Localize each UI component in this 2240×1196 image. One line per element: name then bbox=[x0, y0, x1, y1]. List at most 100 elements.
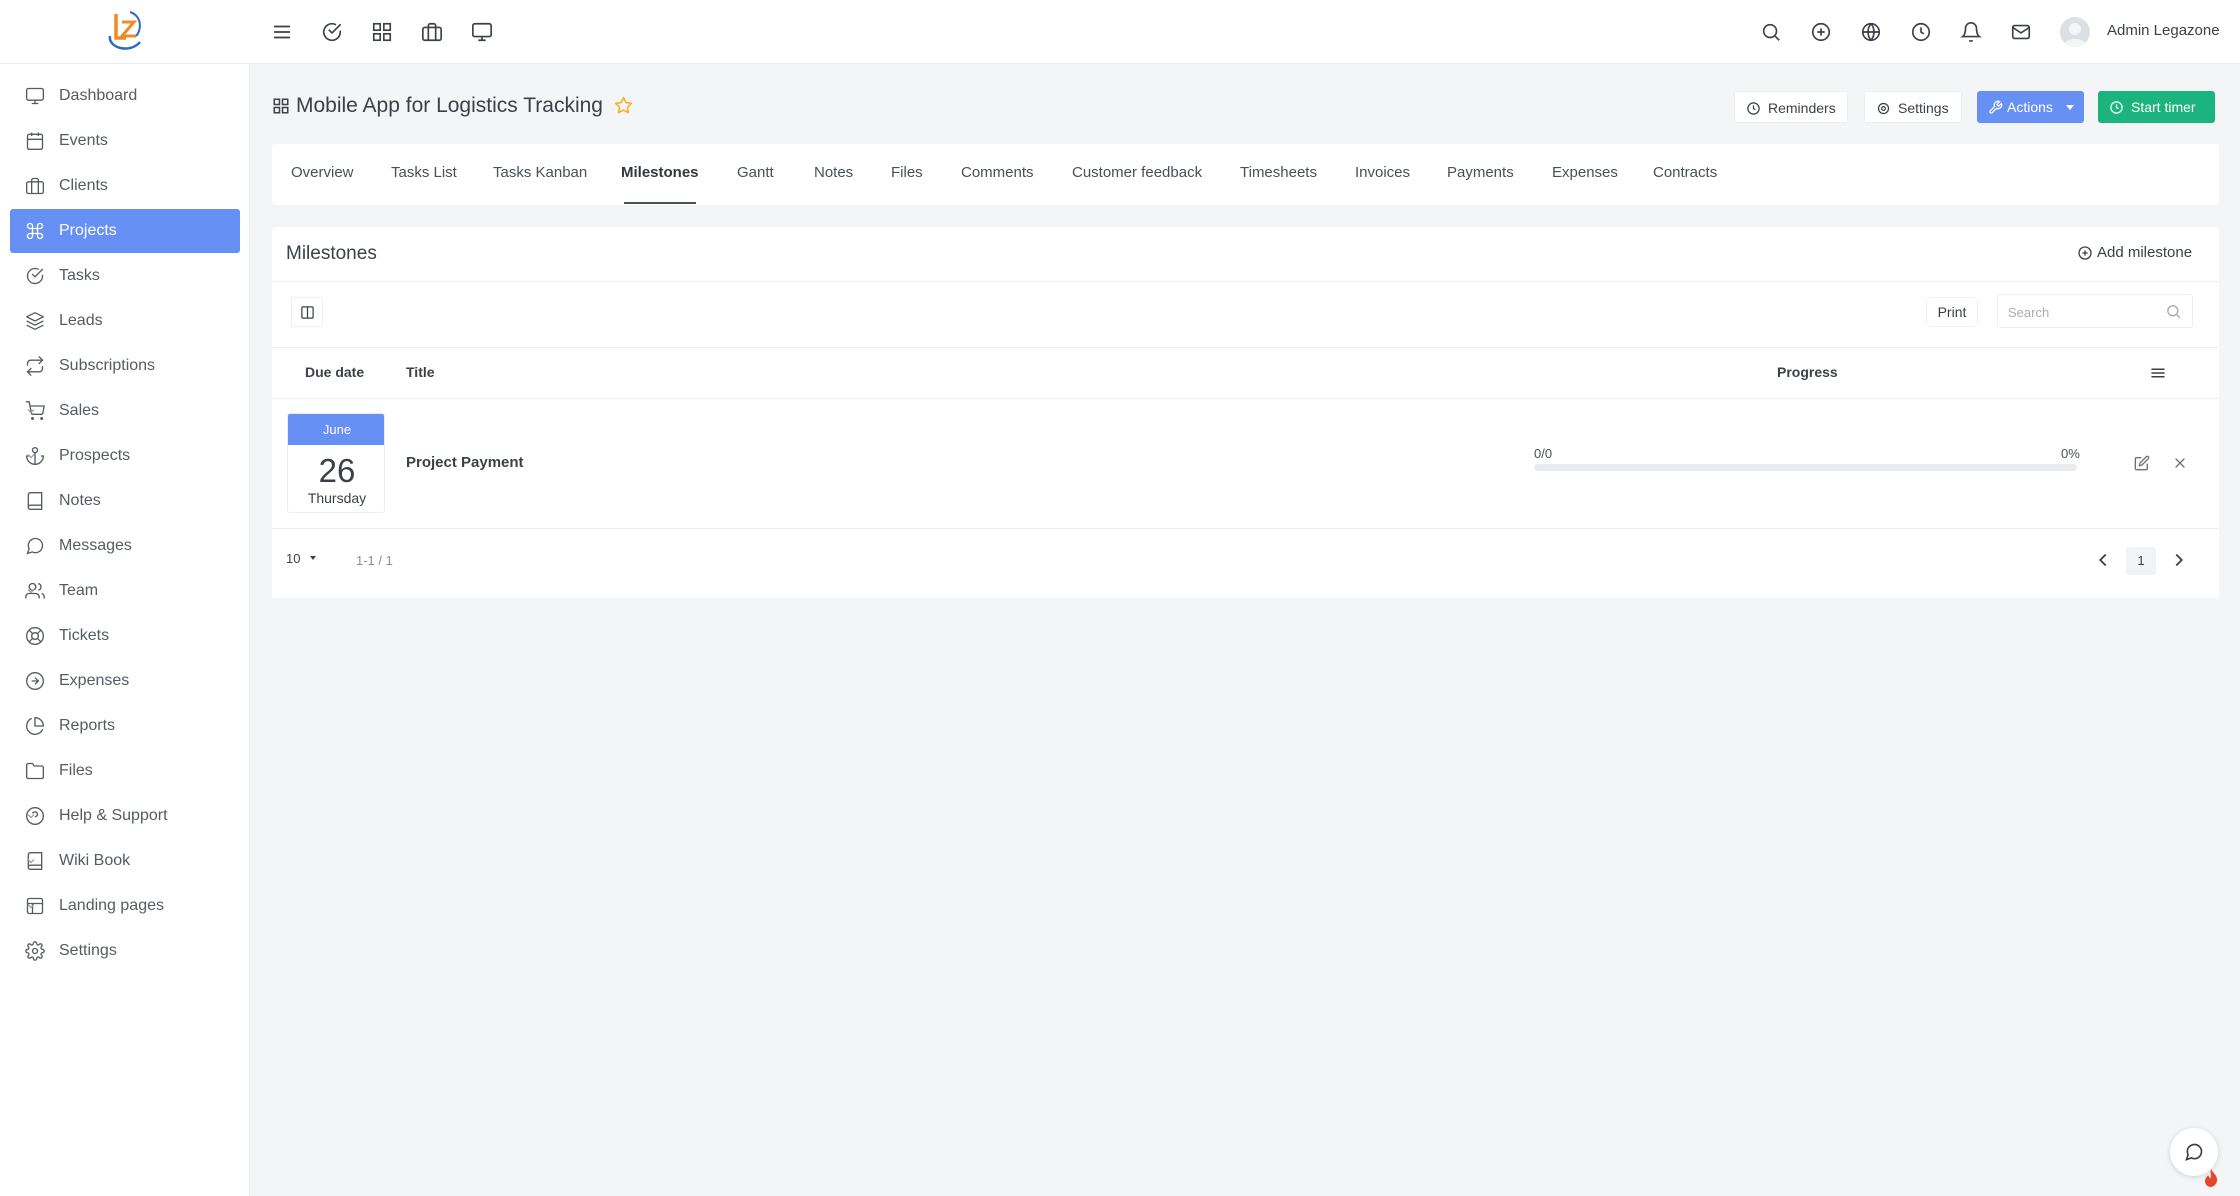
clock-icon bbox=[2109, 100, 2124, 115]
sidebar-item-label: Expenses bbox=[59, 672, 130, 689]
close-icon[interactable] bbox=[2172, 455, 2188, 471]
tab-tasks-kanban[interactable]: Tasks Kanban bbox=[493, 164, 587, 181]
bell-icon[interactable] bbox=[1960, 21, 1982, 43]
column-header-due-date[interactable]: Due date bbox=[305, 364, 364, 380]
milestone-title[interactable]: Project Payment bbox=[406, 454, 524, 471]
search-input[interactable] bbox=[2008, 302, 2158, 322]
briefcase-icon[interactable] bbox=[421, 21, 443, 43]
sidebar-item-files[interactable]: Files bbox=[10, 749, 240, 793]
column-header-progress[interactable]: Progress bbox=[1777, 364, 1838, 380]
sidebar-item-label: Leads bbox=[59, 312, 103, 329]
search-icon[interactable] bbox=[1760, 21, 1782, 43]
tab-notes[interactable]: Notes bbox=[814, 164, 853, 181]
chevron-down-icon bbox=[25, 855, 37, 867]
sidebar: Dashboard Events Clients Projects Tasks … bbox=[0, 64, 250, 1196]
monitor-icon bbox=[25, 86, 45, 106]
menu-icon[interactable] bbox=[2149, 364, 2167, 382]
milestones-card: Milestones Add milestone Print Due date … bbox=[272, 227, 2219, 598]
sidebar-item-leads[interactable]: Leads bbox=[10, 299, 240, 343]
sidebar-item-tickets[interactable]: Tickets bbox=[10, 614, 240, 658]
user-name[interactable]: Admin Legazone bbox=[2107, 22, 2220, 39]
sidebar-item-dashboard[interactable]: Dashboard bbox=[10, 74, 240, 118]
add-milestone-label: Add milestone bbox=[2097, 244, 2193, 261]
column-toggle-button[interactable] bbox=[291, 297, 323, 327]
monitor-icon[interactable] bbox=[471, 21, 493, 43]
column-header-title[interactable]: Title bbox=[406, 364, 435, 380]
sidebar-item-subscriptions[interactable]: Subscriptions bbox=[10, 344, 240, 388]
sidebar-item-events[interactable]: Events bbox=[10, 119, 240, 163]
calendar-icon bbox=[25, 131, 45, 151]
grid-icon bbox=[272, 97, 290, 115]
card-title: Milestones bbox=[286, 243, 377, 264]
settings-label: Settings bbox=[1898, 100, 1949, 116]
sidebar-item-label: Help & Support bbox=[59, 807, 168, 824]
tab-customer-feedback[interactable]: Customer feedback bbox=[1072, 164, 1202, 181]
sidebar-item-help-support[interactable]: Help & Support bbox=[10, 794, 240, 838]
chevron-down-icon bbox=[25, 810, 37, 822]
grid-icon[interactable] bbox=[371, 21, 393, 43]
tasks-check-icon[interactable] bbox=[321, 21, 343, 43]
due-date-weekday: Thursday bbox=[307, 490, 367, 506]
chevron-right-icon[interactable] bbox=[2168, 549, 2190, 571]
actions-button[interactable]: Actions bbox=[1977, 91, 2084, 123]
progress-count: 0/0 bbox=[1534, 446, 1553, 461]
settings-button[interactable]: Settings bbox=[1864, 91, 1962, 123]
tab-expenses[interactable]: Expenses bbox=[1552, 164, 1618, 181]
tool-icon bbox=[1988, 100, 2003, 115]
tab-contracts[interactable]: Contracts bbox=[1653, 164, 1717, 181]
print-button[interactable]: Print bbox=[1926, 297, 1978, 327]
app-logo[interactable] bbox=[100, 6, 150, 56]
sidebar-item-wiki-book[interactable]: Wiki Book bbox=[10, 839, 240, 883]
page-button[interactable]: 1 bbox=[2126, 547, 2156, 575]
star-icon[interactable] bbox=[614, 96, 633, 115]
page-size-select[interactable]: 10 bbox=[286, 546, 322, 574]
due-date-day: 26 bbox=[318, 452, 356, 489]
page-size-value: 10 bbox=[286, 551, 301, 566]
tab-tasks-list[interactable]: Tasks List bbox=[391, 164, 457, 181]
sidebar-item-label: Sales bbox=[59, 402, 100, 419]
edit-icon[interactable] bbox=[2134, 455, 2150, 471]
divider bbox=[272, 347, 2219, 348]
tab-gantt[interactable]: Gantt bbox=[737, 164, 774, 181]
tab-comments[interactable]: Comments bbox=[961, 164, 1034, 181]
life-buoy-icon bbox=[25, 626, 45, 646]
sidebar-item-tasks[interactable]: Tasks bbox=[10, 254, 240, 298]
sidebar-item-notes[interactable]: Notes bbox=[10, 479, 240, 523]
fire-icon[interactable] bbox=[2202, 1168, 2220, 1188]
search-icon bbox=[2165, 303, 2182, 320]
sidebar-item-reports[interactable]: Reports bbox=[10, 704, 240, 748]
mail-icon[interactable] bbox=[2010, 21, 2032, 43]
tab-timesheets[interactable]: Timesheets bbox=[1240, 164, 1317, 181]
sidebar-item-projects[interactable]: Projects bbox=[10, 209, 240, 253]
chevron-down-icon bbox=[25, 900, 37, 912]
globe-icon[interactable] bbox=[1860, 21, 1882, 43]
sidebar-item-team[interactable]: Team bbox=[10, 569, 240, 613]
chevron-left-icon[interactable] bbox=[2092, 549, 2114, 571]
tab-overview[interactable]: Overview bbox=[291, 164, 354, 181]
tab-milestones[interactable]: Milestones bbox=[621, 164, 699, 181]
search-box bbox=[1997, 294, 2193, 328]
plus-circle-icon bbox=[2077, 245, 2093, 261]
plus-circle-icon[interactable] bbox=[1810, 21, 1832, 43]
avatar[interactable] bbox=[2060, 17, 2090, 47]
sidebar-item-prospects[interactable]: Prospects bbox=[10, 434, 240, 478]
sidebar-item-landing-pages[interactable]: Landing pages bbox=[10, 884, 240, 928]
page-title: Mobile App for Logistics Tracking bbox=[296, 94, 603, 117]
tab-invoices[interactable]: Invoices bbox=[1355, 164, 1410, 181]
menu-toggle-icon[interactable] bbox=[271, 21, 293, 43]
chevron-down-icon bbox=[25, 405, 37, 417]
sidebar-item-clients[interactable]: Clients bbox=[10, 164, 240, 208]
tab-payments[interactable]: Payments bbox=[1447, 164, 1514, 181]
sidebar-item-messages[interactable]: Messages bbox=[10, 524, 240, 568]
clock-icon bbox=[1746, 101, 1761, 116]
reminders-label: Reminders bbox=[1768, 100, 1836, 116]
clock-icon[interactable] bbox=[1910, 21, 1932, 43]
sidebar-item-label: Projects bbox=[59, 222, 117, 239]
sidebar-item-expenses[interactable]: Expenses bbox=[10, 659, 240, 703]
sidebar-item-settings[interactable]: Settings bbox=[10, 929, 240, 973]
caret-down-icon bbox=[2066, 105, 2074, 110]
reminders-button[interactable]: Reminders bbox=[1734, 91, 1848, 123]
tab-files[interactable]: Files bbox=[891, 164, 923, 181]
start-timer-button[interactable]: Start timer bbox=[2098, 91, 2215, 123]
sidebar-item-sales[interactable]: Sales bbox=[10, 389, 240, 433]
